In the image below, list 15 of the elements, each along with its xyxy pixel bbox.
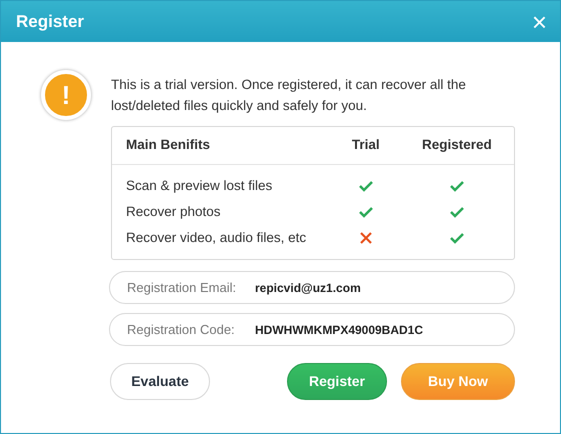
field-label: Registration Code: (127, 320, 236, 339)
table-cell-text: Recover photos (126, 202, 222, 221)
table-cell-text: Scan & preview lost files (126, 176, 274, 195)
evaluate-button[interactable]: Evaluate (110, 363, 210, 400)
input-field[interactable]: Registration Email: repicvid@uz1.com (109, 271, 515, 304)
field-value: repicvid@uz1.com (255, 280, 361, 296)
input-field[interactable]: Registration Code: HDWHWMKMPX49009BAD1C (109, 313, 515, 346)
column-header: Main Benifits (126, 136, 212, 154)
window-title: Register (16, 10, 84, 33)
field-label: Registration Email: (127, 278, 238, 297)
table-cell-text: Recover video, audio files, etc (126, 228, 308, 247)
column-header: Registered (420, 136, 493, 154)
field-value: HDWHWMKMPX49009BAD1C (255, 322, 424, 338)
trial-message: This is a trial version. Once registered, it can recover all the lost/deleted files quickly and safely for you. (111, 76, 467, 115)
column-header: Trial (350, 136, 381, 154)
